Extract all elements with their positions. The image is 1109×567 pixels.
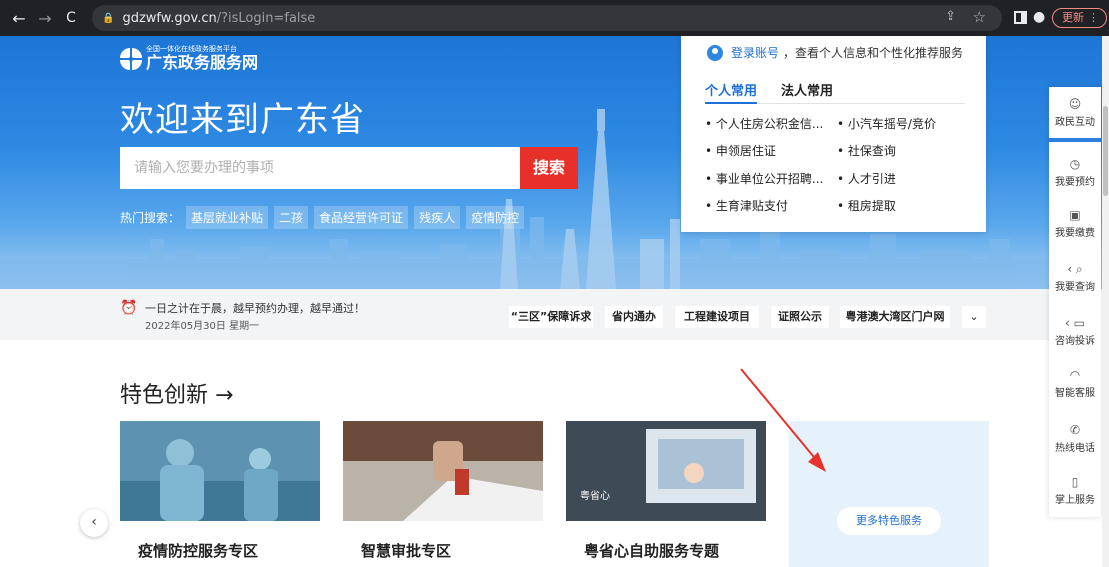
menu-dots-icon[interactable]: ⋮ <box>1088 9 1099 27</box>
notice-bar: ⏰ 一日之计在于晨，越早预约办理，越早通过！ 2022年05月30日 星期一 “… <box>0 289 1049 340</box>
float-item-mobile[interactable]: ▯ 掌上服务 <box>1049 475 1101 506</box>
service-link[interactable]: • 租房提取 <box>837 197 896 214</box>
update-button[interactable]: 更新 ⋮ <box>1052 8 1107 28</box>
hot-search-label: 热门搜索： <box>120 211 181 225</box>
expand-links-chevron-icon[interactable]: ⌄ <box>962 306 986 328</box>
service-link[interactable]: • 社保查询 <box>837 142 896 159</box>
search-button[interactable]: 搜索 <box>520 147 578 189</box>
self-service-terminal-image: 粤省心 <box>566 421 766 521</box>
update-label: 更新 <box>1062 11 1084 24</box>
tab-corporate[interactable]: 法人常用 <box>781 80 833 104</box>
hot-search: 热门搜索： 基层就业补贴 二孩 食品经营许可证 残疾人 疫情防控 <box>120 206 530 229</box>
float-item-label: 掌上服务 <box>1055 495 1095 506</box>
feature-card-desc: ... <box>361 561 372 567</box>
tab-personal[interactable]: 个人常用 <box>705 80 758 104</box>
service-link[interactable]: • 事业单位公开招聘... <box>705 170 823 187</box>
features-heading[interactable]: 特色创新 → <box>120 377 233 409</box>
hot-tag[interactable]: 疫情防控 <box>466 206 525 229</box>
float-item-customer-service[interactable]: ◠ 智能客服 <box>1049 368 1101 399</box>
quick-link[interactable]: “三区”保障诉求 <box>509 306 593 328</box>
side-panel-icon[interactable] <box>1014 11 1027 24</box>
search-icon: ‹ ⌕ <box>1067 262 1083 276</box>
quick-link[interactable]: 证照公示 <box>771 306 829 328</box>
active-divider <box>1049 138 1101 142</box>
feature-card-title: 疫情防控服务专区 <box>138 542 259 560</box>
float-item-hotline[interactable]: ✆ 热线电话 <box>1049 423 1101 454</box>
phone-icon: ✆ <box>1069 423 1081 437</box>
float-item-label: 热线电话 <box>1055 443 1095 454</box>
approval-stamp-image <box>343 421 543 521</box>
service-link[interactable]: • 个人住房公积金信... <box>705 115 823 132</box>
notice-slogan: 一日之计在于晨，越早预约办理，越早通过！ <box>145 302 365 315</box>
float-item-interaction[interactable]: ☺ 政民互动 <box>1049 97 1101 128</box>
headset-icon: ◠ <box>1069 368 1081 382</box>
float-item-complaint[interactable]: ‹ ▭ 咨询投诉 <box>1049 316 1101 347</box>
float-item-appointment[interactable]: ◷ 我要预约 <box>1049 157 1101 188</box>
medical-staff-image <box>120 421 320 521</box>
carousel-prev-button[interactable]: ‹ <box>80 509 108 537</box>
more-features-card: 更多特色服务 <box>789 421 989 567</box>
feature-card-title: 智慧审批专区 <box>361 542 452 560</box>
login-card: 登录账号 ，查看个人信息和个性化推荐服务 个人常用 法人常用 • 个人住房公积金… <box>681 36 986 232</box>
feature-card-desc: ... <box>138 561 149 567</box>
service-link[interactable]: • 小汽车摇号/竞价 <box>837 115 936 132</box>
url-path: /?isLogin=false <box>216 10 316 26</box>
float-item-label: 智能客服 <box>1055 388 1095 399</box>
feature-card[interactable]: 疫情防控服务专区 ... <box>120 421 320 567</box>
notice-date: 2022年05月30日 星期一 <box>145 321 260 332</box>
more-features-button[interactable]: 更多特色服务 <box>837 507 941 535</box>
site-logo[interactable]: 全国一体化在线政务服务平台 广东政务服务网 <box>120 45 258 72</box>
service-link[interactable]: • 生育津贴支付 <box>705 197 788 214</box>
forward-icon[interactable]: → <box>32 9 58 28</box>
service-link[interactable]: • 人才引进 <box>837 170 896 187</box>
login-description: ，查看个人信息和个性化推荐服务 <box>783 46 964 60</box>
hot-tag[interactable]: 残疾人 <box>414 206 461 229</box>
search-input[interactable]: 请输入您要办理的事项 <box>120 147 520 189</box>
message-box-icon: ‹ ▭ <box>1065 316 1085 330</box>
quick-link[interactable]: 粤港澳大湾区门户网 <box>840 306 950 328</box>
float-item-payment[interactable]: ▣ 我要缴费 <box>1049 208 1101 239</box>
lock-icon: 🔒 <box>102 12 115 24</box>
logo-icon <box>120 47 142 70</box>
float-item-label: 咨询投诉 <box>1055 336 1095 347</box>
back-icon[interactable]: ← <box>6 9 32 28</box>
welcome-heading: 欢迎来到广东省 <box>120 100 365 140</box>
feature-card[interactable]: 粤省心 粤省心自助服务专题 ... <box>566 421 766 567</box>
url-host: gdzwfw.gov.cn <box>122 10 217 26</box>
feature-card-desc: ... <box>584 561 595 567</box>
watermark-text: 粤省心 <box>580 489 610 502</box>
hot-tag[interactable]: 二孩 <box>274 206 309 229</box>
share-icon[interactable]: ⇪ <box>945 9 956 24</box>
user-avatar-icon <box>707 44 723 61</box>
clock-icon: ◷ <box>1069 157 1081 171</box>
mobile-icon: ▯ <box>1071 475 1079 489</box>
bookmark-star-icon[interactable]: ☆ <box>973 8 986 26</box>
browser-toolbar: ← → C 🔒 gdzwfw.gov.cn /?isLogin=false ⇪ … <box>0 0 1109 36</box>
payment-icon: ▣ <box>1069 208 1081 222</box>
hot-tag[interactable]: 基层就业补贴 <box>186 206 269 229</box>
profile-icon[interactable]: ● <box>1033 9 1045 25</box>
logo-title: 广东政务服务网 <box>146 53 259 72</box>
alarm-clock-icon: ⏰ <box>120 300 138 316</box>
feature-card[interactable]: 智慧审批专区 ... <box>343 421 543 567</box>
login-prompt: 登录账号 ，查看个人信息和个性化推荐服务 <box>707 44 963 61</box>
float-item-label: 我要查询 <box>1055 282 1095 293</box>
service-link[interactable]: • 申领居住证 <box>705 142 776 159</box>
floating-service-bar: ☺ 政民互动 ◷ 我要预约 ▣ 我要缴费 ‹ ⌕ 我要查询 ‹ ▭ 咨询投诉 ◠… <box>1049 87 1101 517</box>
scrollbar-thumb[interactable] <box>1103 106 1108 196</box>
float-item-label: 我要预约 <box>1055 177 1095 188</box>
page-scrollbar[interactable] <box>1102 36 1109 567</box>
float-item-query[interactable]: ‹ ⌕ 我要查询 <box>1049 262 1101 293</box>
login-link[interactable]: 登录账号 <box>731 44 779 61</box>
quick-link[interactable]: 省内通办 <box>605 306 663 328</box>
float-item-label: 我要缴费 <box>1055 228 1095 239</box>
service-tabs: 个人常用 法人常用 <box>705 80 965 104</box>
quick-link[interactable]: 工程建设项目 <box>675 306 759 328</box>
float-item-label: 政民互动 <box>1055 117 1095 128</box>
feature-card-title: 粤省心自助服务专题 <box>584 542 720 560</box>
chat-bubble-icon: ☺ <box>1068 97 1082 111</box>
reload-icon[interactable]: C <box>58 10 84 26</box>
address-bar[interactable]: 🔒 gdzwfw.gov.cn /?isLogin=false ⇪ ☆ <box>92 5 1002 31</box>
hot-tag[interactable]: 食品经营许可证 <box>314 206 409 229</box>
